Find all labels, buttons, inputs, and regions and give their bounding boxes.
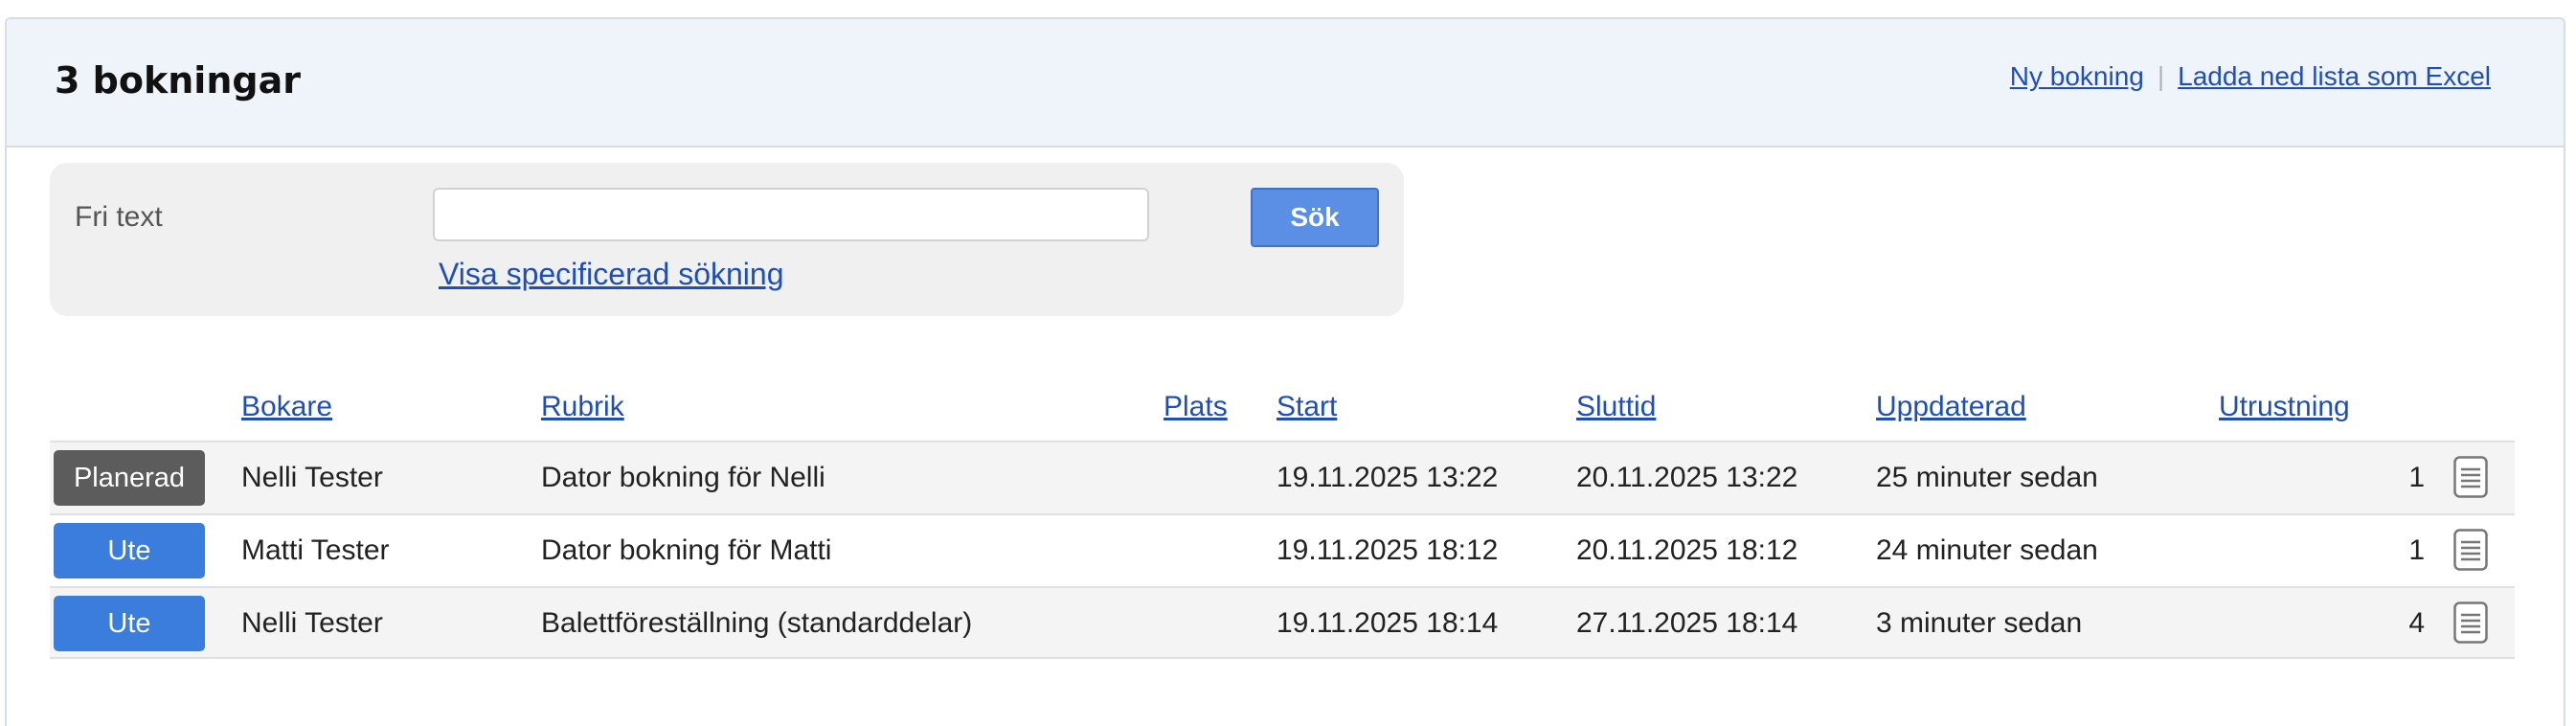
table-row[interactable]: Ute Matti Tester Dator bokning för Matti…: [50, 513, 2515, 586]
table-row[interactable]: Ute Nelli Tester Balettföreställning (st…: [50, 586, 2515, 659]
title-cell: Dator bokning för Matti: [541, 534, 832, 566]
table-row[interactable]: Planerad Nelli Tester Dator bokning för …: [50, 441, 2515, 513]
column-header-title[interactable]: Rubrik: [541, 391, 624, 423]
free-text-label: Fri text: [75, 201, 163, 233]
document-icon[interactable]: [2453, 456, 2488, 498]
start-cell: 19.11.2025 18:14: [1277, 607, 1499, 639]
column-header-start[interactable]: Start: [1277, 391, 1337, 423]
new-booking-link[interactable]: Ny bokning: [2010, 61, 2144, 92]
free-text-input[interactable]: [433, 188, 1149, 241]
column-header-booker[interactable]: Bokare: [241, 391, 332, 423]
end-cell: 20.11.2025 13:22: [1576, 462, 1798, 493]
updated-cell: 25 minuter sedan: [1876, 462, 2098, 493]
booker-cell: Matti Tester: [241, 534, 390, 566]
column-header-updated[interactable]: Uppdaterad: [1876, 391, 2026, 423]
end-cell: 20.11.2025 18:12: [1576, 534, 1798, 566]
panel-header: 3 bokningar Ny bokning | Ladda ned lista…: [7, 19, 2564, 147]
column-header-equipment[interactable]: Utrustning: [2219, 391, 2350, 423]
status-badge[interactable]: Planerad: [54, 450, 205, 506]
document-icon[interactable]: [2453, 529, 2488, 571]
link-separator: |: [2157, 61, 2165, 91]
equipment-cell: 4: [2408, 607, 2425, 639]
bookings-table: Bokare Rubrik Plats Start Sluttid Uppdat…: [50, 374, 2515, 659]
start-cell: 19.11.2025 18:12: [1277, 534, 1499, 566]
updated-cell: 24 minuter sedan: [1876, 534, 2098, 566]
page-title: 3 bokningar: [55, 59, 301, 102]
table-header: Bokare Rubrik Plats Start Sluttid Uppdat…: [50, 374, 2515, 441]
document-icon[interactable]: [2453, 601, 2488, 644]
status-badge[interactable]: Ute: [54, 523, 205, 579]
search-box: Fri text Sök Visa specificerad sökning: [50, 163, 1404, 316]
advanced-search-link[interactable]: Visa specificerad sökning: [439, 257, 784, 292]
search-button[interactable]: Sök: [1251, 188, 1379, 247]
title-cell: Balettföreställning (standarddelar): [541, 607, 973, 639]
equipment-cell: 1: [2408, 462, 2425, 493]
column-header-place[interactable]: Plats: [1164, 391, 1228, 423]
start-cell: 19.11.2025 13:22: [1277, 462, 1499, 493]
column-header-end[interactable]: Sluttid: [1576, 391, 1656, 423]
status-badge[interactable]: Ute: [54, 596, 205, 651]
title-cell: Dator bokning för Nelli: [541, 462, 825, 493]
booker-cell: Nelli Tester: [241, 462, 383, 493]
download-excel-link[interactable]: Ladda ned lista som Excel: [2178, 61, 2491, 92]
booker-cell: Nelli Tester: [241, 607, 383, 639]
updated-cell: 3 minuter sedan: [1876, 607, 2083, 639]
end-cell: 27.11.2025 18:14: [1576, 607, 1798, 639]
equipment-cell: 1: [2408, 534, 2425, 566]
header-links: Ny bokning | Ladda ned lista som Excel: [2010, 61, 2491, 92]
